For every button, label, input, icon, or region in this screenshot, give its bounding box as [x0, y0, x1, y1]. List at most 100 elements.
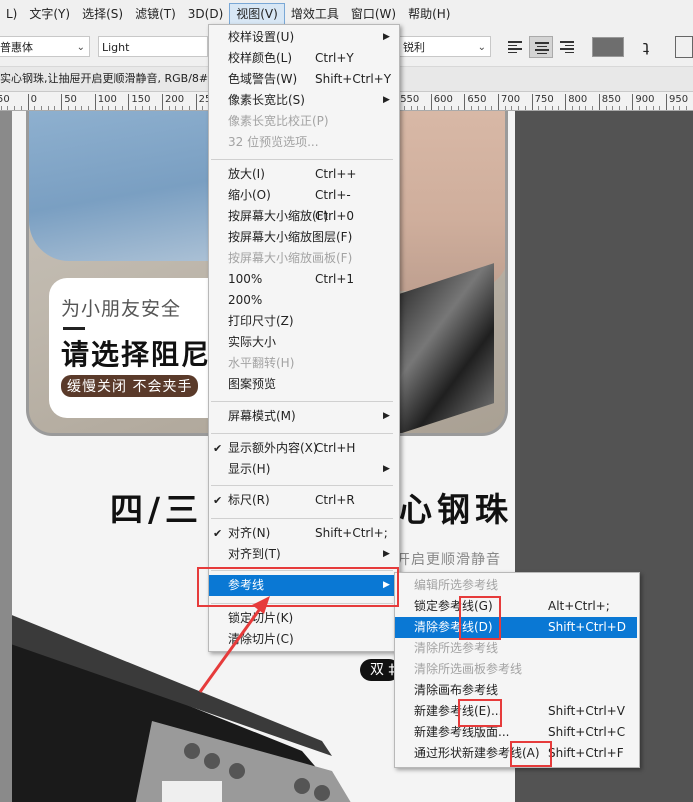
ruler-label: 800	[568, 94, 588, 105]
guides-menu-item[interactable]: 锁定参考线(G) Alt+Ctrl+;	[395, 596, 637, 617]
view-menu-item[interactable]: 像素长宽比(S) ▶	[209, 90, 397, 111]
view-menu-item[interactable]: 对齐到(T) ▶	[209, 544, 397, 565]
guides-menu-item-label: 编辑所选参考线	[414, 578, 499, 592]
view-menu-item-shortcut: Ctrl+0	[315, 209, 355, 223]
ruler-minor-tick	[88, 106, 89, 110]
view-menu-item-label: 放大(I)	[228, 167, 265, 181]
canvas-left-strip	[0, 111, 12, 802]
chevron-down-icon: ⌄	[76, 42, 85, 53]
ruler-minor-tick	[121, 106, 123, 110]
view-menu-item-label: 32 位预览选项...	[228, 135, 319, 149]
menu-view[interactable]: 视图(V)	[229, 3, 285, 25]
view-menu-item[interactable]: 屏幕模式(M) ▶	[209, 406, 397, 427]
guides-menu-item-label: 清除所选画板参考线	[414, 662, 523, 676]
ruler-minor-tick	[74, 106, 76, 110]
view-menu-item-shortcut: Shift+Ctrl+Y	[315, 72, 392, 86]
text-color-swatch[interactable]	[592, 37, 624, 57]
view-menu-item[interactable]: 缩小(O) Ctrl+-	[209, 185, 397, 206]
ruler-label: 950	[669, 94, 689, 105]
antialias-select[interactable]: 锐利 ⌄	[399, 36, 491, 57]
guides-menu-item[interactable]: 清除所选画板参考线	[395, 659, 637, 680]
ruler-minor-tick	[114, 106, 116, 110]
view-menu-item-shortcut: Ctrl+H	[315, 441, 356, 455]
ruler-minor-tick	[652, 106, 654, 110]
guides-menu-item[interactable]: 清除画布参考线	[395, 680, 637, 701]
view-menu-item-label: 按屏幕大小缩放画板(F)	[228, 251, 353, 265]
guides-menu-item-shortcut: Shift+Ctrl+C	[548, 725, 626, 739]
ruler-label: 50	[0, 94, 10, 105]
view-menu-item-label: 200%	[228, 293, 263, 307]
view-menu-item[interactable]: ✔ 对齐(N) Shift+Ctrl+;	[209, 523, 397, 544]
view-menu-item-label: 屏幕模式(M)	[228, 409, 296, 423]
view-menu-item[interactable]: 打印尺寸(Z)	[209, 311, 397, 332]
menu-layer[interactable]: L)	[0, 2, 23, 26]
view-menu-item[interactable]: ✔ 显示额外内容(X) Ctrl+H	[209, 438, 397, 459]
view-menu-item[interactable]: 按屏幕大小缩放图层(F)	[209, 227, 397, 248]
view-menu-item[interactable]: 按屏幕大小缩放(F) Ctrl+0	[209, 206, 397, 227]
guides-menu-item[interactable]: 清除所选参考线	[395, 638, 637, 659]
menu-help[interactable]: 帮助(H)	[402, 2, 456, 26]
view-menu-item[interactable]: 200%	[209, 290, 397, 311]
ruler-tick	[565, 94, 567, 110]
align-right-button[interactable]	[555, 36, 579, 58]
view-menu-item[interactable]: 100% Ctrl+1	[209, 269, 397, 290]
view-menu-item[interactable]: 校样设置(U) ▶	[209, 27, 397, 48]
ruler-minor-tick	[578, 106, 580, 110]
view-menu-item-label: 校样颜色(L)	[228, 51, 293, 65]
ruler-minor-tick	[477, 106, 479, 110]
toggle-panels-icon[interactable]	[675, 36, 693, 58]
view-menu-item[interactable]: 清除切片(C)	[209, 629, 397, 650]
tagline-divider	[63, 327, 85, 330]
menu-window[interactable]: 窗口(W)	[345, 2, 402, 26]
view-menu-item-label: 按屏幕大小缩放图层(F)	[228, 230, 353, 244]
menu-type[interactable]: 文字(Y)	[23, 2, 76, 26]
view-menu-item-label: 校样设置(U)	[228, 30, 295, 44]
guides-menu-item[interactable]: 新建参考线版面... Shift+Ctrl+C	[395, 722, 637, 743]
view-menu-item[interactable]: ✔ 标尺(R) Ctrl+R	[209, 490, 397, 511]
menu-3d[interactable]: 3D(D)	[182, 2, 229, 26]
font-family-select[interactable]: 普惠体 ⌄	[0, 36, 90, 57]
guides-menu-item[interactable]: 新建参考线(E)... Shift+Ctrl+V	[395, 701, 637, 722]
view-menu-item-label: 像素长宽比(S)	[228, 93, 305, 107]
view-menu-item-shortcut: Ctrl++	[315, 167, 357, 181]
view-menu-item[interactable]: 实际大小	[209, 332, 397, 353]
view-menu-item[interactable]: 锁定切片(K)	[209, 608, 397, 629]
guides-menu-item[interactable]: 清除参考线(D) Shift+Ctrl+D	[395, 617, 637, 638]
menu-filter[interactable]: 滤镜(T)	[129, 2, 182, 26]
view-menu-item[interactable]: 校样颜色(L) Ctrl+Y	[209, 48, 397, 69]
menu-separator	[211, 401, 393, 402]
menu-separator	[211, 159, 393, 160]
ruler-minor-tick	[639, 106, 641, 110]
warp-text-icon[interactable]: ʇ	[634, 36, 658, 58]
view-menu-item[interactable]: 水平翻转(H)	[209, 353, 397, 374]
view-menu-item[interactable]: 按屏幕大小缩放画板(F)	[209, 248, 397, 269]
view-menu-item-label: 锁定切片(K)	[228, 611, 294, 625]
align-center-button[interactable]	[529, 36, 553, 58]
align-left-button[interactable]	[503, 36, 527, 58]
guides-menu-item[interactable]: 编辑所选参考线	[395, 575, 637, 596]
view-menu-item[interactable]: 像素长宽比校正(P)	[209, 111, 397, 132]
view-menu-item-label: 显示额外内容(X)	[228, 441, 318, 455]
menu-select[interactable]: 选择(S)	[76, 2, 129, 26]
menu-plugins[interactable]: 增效工具	[285, 2, 345, 26]
view-menu-item-label: 对齐(N)	[228, 526, 271, 540]
ruler-label: 900	[635, 94, 655, 105]
ruler-minor-tick	[0, 106, 2, 110]
view-menu-item[interactable]: 色域警告(W) Shift+Ctrl+Y	[209, 69, 397, 90]
antialias-value: 锐利	[403, 41, 425, 54]
align-center-icon	[535, 42, 549, 56]
view-menu-item[interactable]: 放大(I) Ctrl++	[209, 164, 397, 185]
ruler-minor-tick	[545, 106, 546, 110]
guides-menu-item-label: 清除所选参考线	[414, 641, 499, 655]
view-menu-item[interactable]: 32 位预览选项...	[209, 132, 397, 153]
view-menu-item[interactable]: 显示(H) ▶	[209, 459, 397, 480]
rail-ball	[204, 753, 220, 769]
view-menu-item[interactable]: 图案预览	[209, 374, 397, 395]
ruler-minor-tick	[67, 106, 69, 110]
ruler-tick	[531, 94, 533, 110]
font-style-select[interactable]: Light	[98, 36, 208, 57]
view-menu-dropdown: 校样设置(U) ▶ 校样颜色(L) Ctrl+Y 色域警告(W) Shift+Ctrl+Y…	[208, 24, 400, 652]
view-menu-item-label: 色域警告(W)	[228, 72, 298, 86]
ruler-minor-tick	[605, 106, 607, 110]
ruler-tick	[430, 94, 432, 110]
